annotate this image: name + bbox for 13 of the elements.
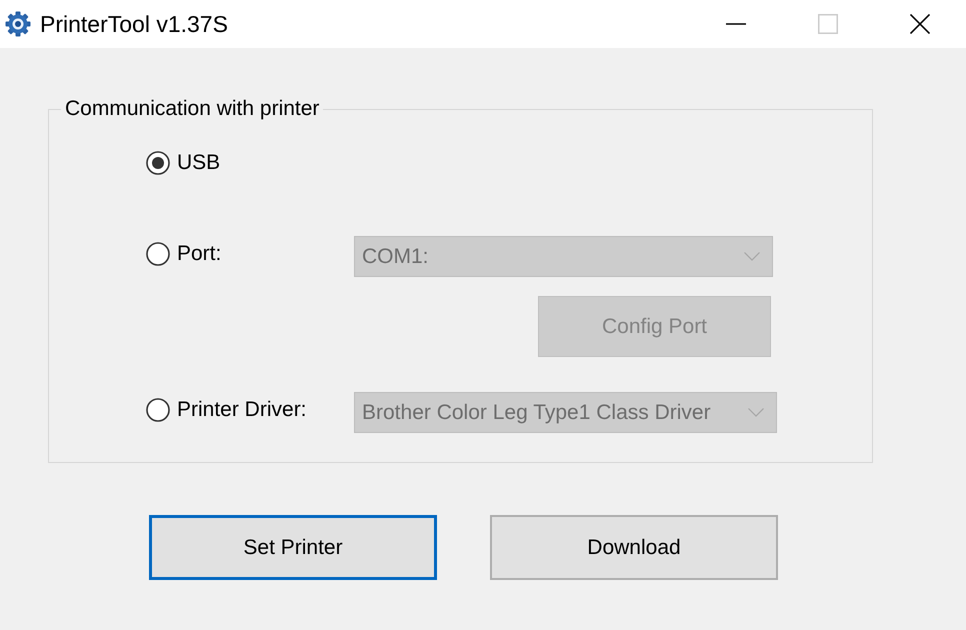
close-icon bbox=[910, 14, 930, 34]
minimize-icon bbox=[726, 23, 746, 25]
radio-option[interactable]: Printer Driver: bbox=[146, 398, 307, 422]
radio-option[interactable]: USB bbox=[146, 151, 220, 175]
action-button[interactable]: Download bbox=[490, 515, 778, 580]
chevron-down-icon bbox=[748, 408, 764, 417]
window-title: PrinterTool v1.37S bbox=[40, 10, 229, 38]
group-title: Communication with printer bbox=[61, 97, 324, 121]
radio-option[interactable]: Port: bbox=[146, 242, 222, 266]
chevron-down-icon bbox=[744, 252, 760, 261]
maximize-icon bbox=[818, 14, 838, 34]
gear-icon bbox=[5, 11, 31, 37]
action-button[interactable]: Set Printer bbox=[149, 515, 437, 580]
